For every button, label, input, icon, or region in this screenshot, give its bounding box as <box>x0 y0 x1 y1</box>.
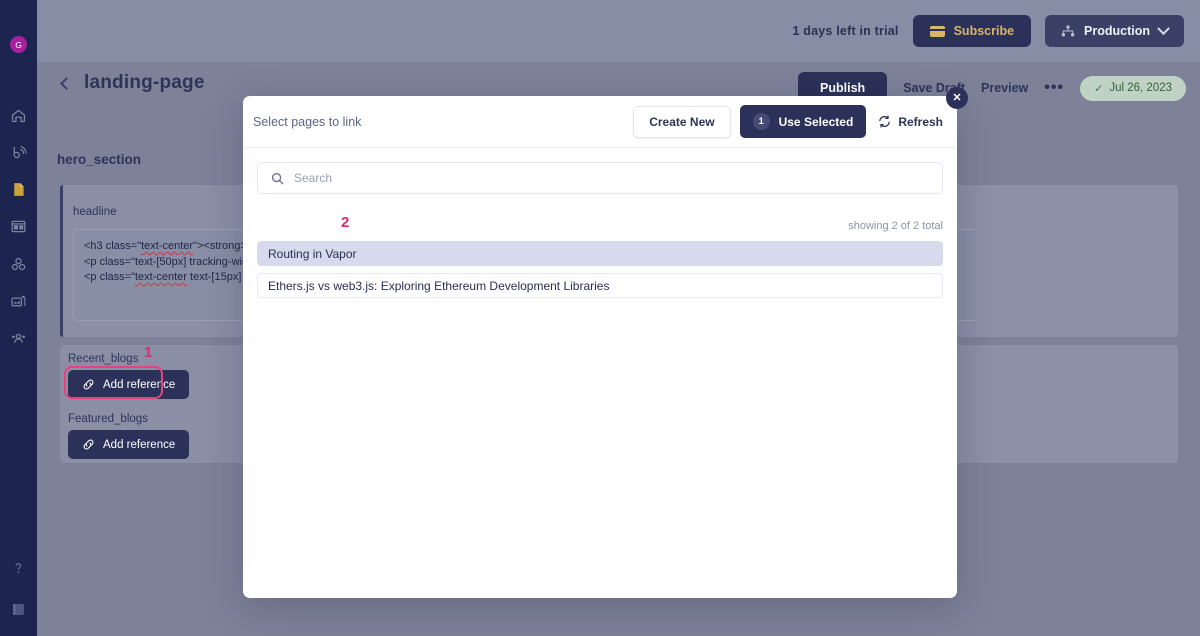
recent-blogs-label: Recent_blogs <box>68 353 139 365</box>
page-list-item[interactable]: Ethers.js vs web3.js: Exploring Ethereum… <box>257 273 943 298</box>
app-root: 1 days left in trial Subscribe Productio… <box>0 0 1200 636</box>
refresh-label: Refresh <box>898 114 943 129</box>
subscribe-button[interactable]: Subscribe <box>912 15 1032 47</box>
check-icon: ✓ <box>1094 82 1104 95</box>
home-icon[interactable] <box>10 107 27 124</box>
published-date-badge: ✓ Jul 26, 2023 <box>1080 75 1186 101</box>
create-new-button[interactable]: Create New <box>633 105 731 138</box>
subscribe-button-label: Subscribe <box>953 24 1015 38</box>
annotation-number-1: 1 <box>144 344 153 361</box>
media-icon[interactable] <box>10 293 27 310</box>
add-reference-label: Add reference <box>103 438 176 451</box>
use-selected-label: Use Selected <box>778 114 854 129</box>
headline-field-label: headline <box>73 206 117 218</box>
environment-label: Production <box>1084 24 1150 38</box>
blog-icon[interactable] <box>10 144 27 161</box>
docs-icon[interactable] <box>10 601 27 618</box>
results-count-text: showing 2 of 2 total <box>848 220 943 232</box>
hero-panel-right-fragment <box>975 185 1178 337</box>
panel-accent-bar <box>60 185 63 337</box>
section-title: hero_section <box>57 152 142 167</box>
annotation-number-2: 2 <box>341 214 350 231</box>
refresh-icon <box>879 115 891 128</box>
page-list-item-selected[interactable]: Routing in Vapor <box>257 241 943 266</box>
page-icon[interactable] <box>10 181 27 198</box>
featured-blogs-label: Featured_blogs <box>68 413 148 425</box>
page-title: landing-page <box>84 72 205 93</box>
chevron-down-icon <box>1157 21 1170 35</box>
back-chevron-icon[interactable] <box>60 77 73 90</box>
add-reference-button-featured[interactable]: Add reference <box>68 430 190 459</box>
select-pages-modal: Select pages to link Create New 1 Use Se… <box>243 96 957 598</box>
pages-list: Routing in Vapor Ethers.js vs web3.js: E… <box>257 241 943 298</box>
help-icon[interactable] <box>10 559 27 576</box>
link-icon <box>83 439 94 450</box>
top-bar-actions: 1 days left in trial Subscribe Productio… <box>792 0 1184 62</box>
environment-selector-button[interactable]: Production <box>1045 15 1184 47</box>
hierarchy-icon <box>1061 25 1075 37</box>
modal-body: showing 2 of 2 total Routing in Vapor Et… <box>243 148 957 298</box>
avatar[interactable]: G <box>10 36 27 53</box>
top-bar: 1 days left in trial Subscribe Productio… <box>37 0 1200 62</box>
use-selected-button[interactable]: 1 Use Selected <box>739 105 867 138</box>
blogs-panel-right-fragment <box>975 345 1178 463</box>
credit-card-icon <box>929 25 945 37</box>
refresh-button[interactable]: Refresh <box>878 115 943 129</box>
trial-status-text: 1 days left in trial <box>792 24 899 38</box>
search-input[interactable] <box>294 163 942 193</box>
sidebar: G <box>0 0 37 636</box>
selected-count-badge: 1 <box>752 113 770 130</box>
annotation-ring-1 <box>64 366 163 399</box>
published-date-label: Jul 26, 2023 <box>1109 82 1172 94</box>
more-options-icon[interactable]: ••• <box>1044 79 1064 97</box>
assets-icon[interactable] <box>10 256 27 273</box>
modal-title: Select pages to link <box>253 114 362 129</box>
search-field-wrapper[interactable] <box>257 162 943 194</box>
modal-header: Select pages to link Create New 1 Use Se… <box>243 96 957 148</box>
search-icon <box>271 172 284 185</box>
grid-icon[interactable] <box>10 218 27 235</box>
close-modal-button[interactable]: ✕ <box>946 87 968 109</box>
preview-button[interactable]: Preview <box>981 81 1028 95</box>
team-icon[interactable] <box>10 330 27 347</box>
